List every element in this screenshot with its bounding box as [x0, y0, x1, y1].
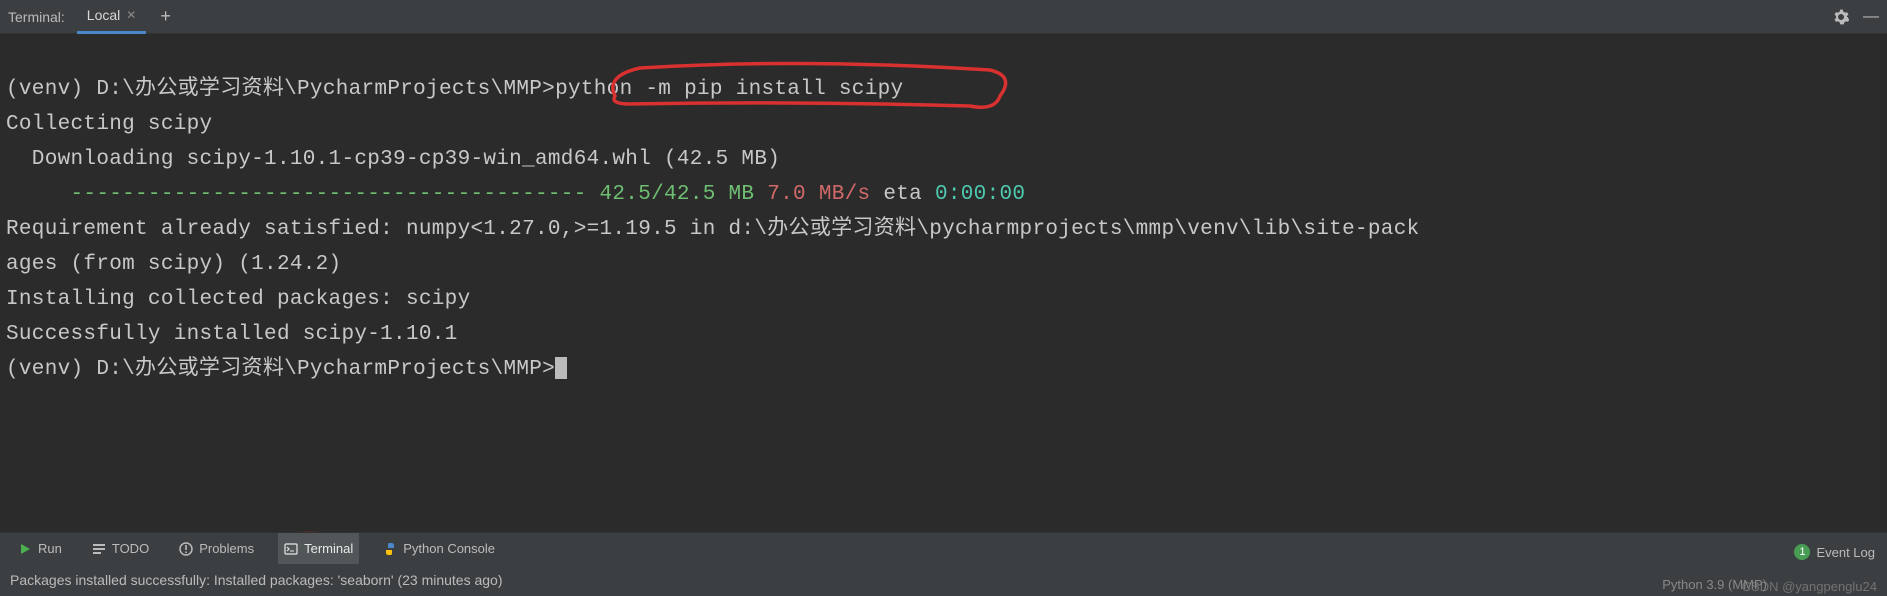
tool-label: Python Console	[403, 541, 495, 556]
output-line: ages (from scipy) (1.24.2)	[6, 247, 1881, 282]
run-tool-button[interactable]: Run	[12, 533, 68, 564]
prompt: (venv) D:\办公或学习资料\PycharmProjects\MMP>	[6, 358, 555, 381]
terminal-tab-local[interactable]: Local ✕	[77, 0, 147, 34]
todo-tool-button[interactable]: TODO	[86, 533, 155, 564]
problems-tool-button[interactable]: Problems	[173, 533, 260, 564]
prompt: (venv) D:\办公或学习资料\PycharmProjects\MMP>	[6, 78, 555, 101]
tool-label: Problems	[199, 541, 254, 556]
python-console-tool-button[interactable]: Python Console	[377, 533, 501, 564]
bottom-toolbar: Run TODO Problems Terminal Python Consol…	[0, 532, 1887, 564]
terminal-icon	[284, 542, 298, 556]
tool-label: Terminal	[304, 541, 353, 556]
terminal-label: Terminal:	[8, 9, 65, 25]
event-log-label: Event Log	[1816, 545, 1875, 560]
problems-icon	[179, 542, 193, 556]
hide-icon[interactable]: —	[1863, 8, 1879, 26]
status-message: Packages installed successfully: Install…	[10, 572, 503, 588]
todo-icon	[92, 542, 106, 556]
terminal-tool-button[interactable]: Terminal	[278, 533, 359, 564]
output-line: ----------------------------------------…	[6, 177, 1881, 212]
tool-label: Run	[38, 541, 62, 556]
output-line: Downloading scipy-1.10.1-cp39-cp39-win_a…	[6, 142, 1881, 177]
close-icon[interactable]: ✕	[126, 8, 136, 22]
event-log-button[interactable]: 1 Event Log	[1794, 544, 1875, 560]
cursor	[555, 357, 567, 379]
output-line: Collecting scipy	[6, 107, 1881, 142]
terminal-top-bar: Terminal: Local ✕ + —	[0, 0, 1887, 34]
terminal-output[interactable]: (venv) D:\办公或学习资料\PycharmProjects\MMP>py…	[0, 34, 1887, 438]
output-line: Installing collected packages: scipy	[6, 282, 1881, 317]
tab-label: Local	[87, 7, 120, 23]
notification-badge: 1	[1794, 544, 1810, 560]
gear-icon[interactable]	[1833, 9, 1849, 25]
new-tab-button[interactable]: +	[160, 6, 171, 27]
output-line: Successfully installed scipy-1.10.1	[6, 317, 1881, 352]
watermark: CSDN @yangpenglu24	[1742, 579, 1877, 594]
output-line: Requirement already satisfied: numpy<1.2…	[6, 212, 1881, 247]
tool-label: TODO	[112, 541, 149, 556]
run-icon	[18, 542, 32, 556]
status-bar: Packages installed successfully: Install…	[0, 564, 1887, 596]
python-icon	[383, 542, 397, 556]
command-text: python -m pip install scipy	[555, 78, 903, 101]
